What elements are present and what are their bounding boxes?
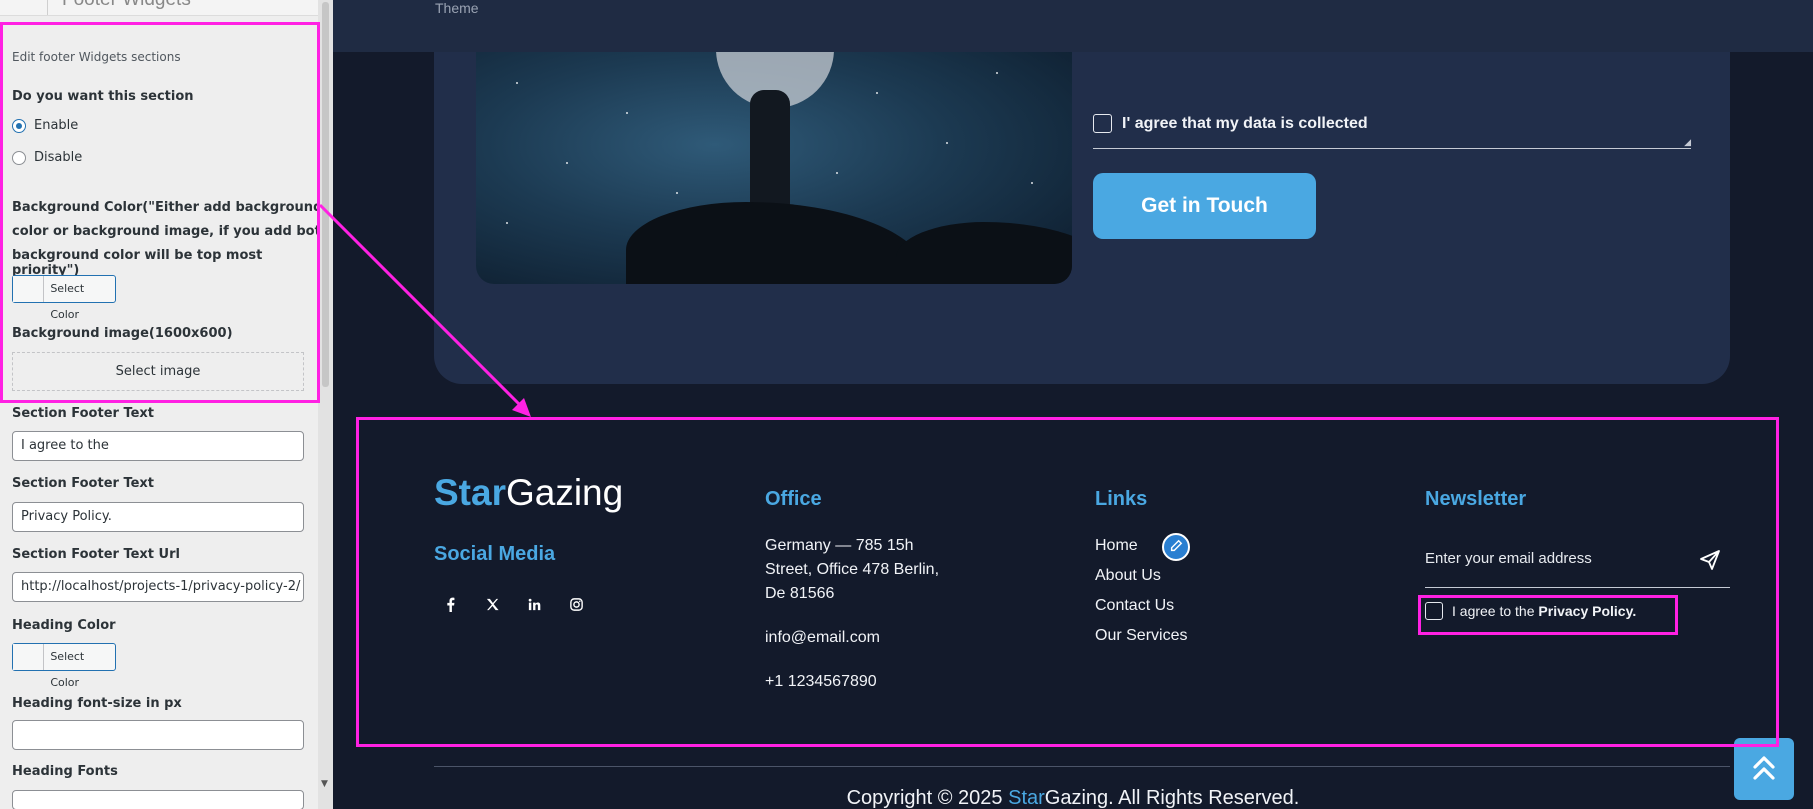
person-silhouette bbox=[750, 90, 790, 220]
highlight-privacy-row bbox=[1418, 595, 1678, 635]
data-consent-checkbox[interactable] bbox=[1093, 114, 1112, 133]
footer-text-input-1[interactable]: I agree to the bbox=[12, 431, 304, 461]
select-color-label: Select Color bbox=[50, 650, 85, 689]
sidebar-scrollbar[interactable]: ▼ bbox=[318, 0, 333, 809]
contact-section: ◢ I' agree that my data is collected Get… bbox=[434, 52, 1730, 384]
preview-top-bar: Theme bbox=[333, 0, 1813, 52]
heading-fonts-select[interactable] bbox=[12, 790, 304, 809]
color-swatch bbox=[13, 644, 45, 670]
footer-divider bbox=[434, 766, 1730, 767]
panel-header: Footer Widgets bbox=[0, 0, 333, 16]
panel-title: Footer Widgets bbox=[62, 0, 191, 11]
stargazer-image bbox=[476, 52, 1072, 284]
double-chevron-up-icon bbox=[1753, 756, 1775, 780]
back-button-divider bbox=[47, 0, 48, 15]
get-in-touch-button[interactable]: Get in Touch bbox=[1093, 173, 1316, 239]
copyright-brand-gazing: Gazing bbox=[1044, 787, 1109, 809]
data-consent-text: I' agree that my data is collected bbox=[1122, 114, 1368, 132]
scroll-down-arrow-icon[interactable]: ▼ bbox=[321, 779, 328, 789]
copyright-text: Copyright © 2025 StarGazing. All Rights … bbox=[333, 787, 1813, 809]
resize-grip-icon[interactable]: ◢ bbox=[1684, 138, 1691, 148]
footer-text-label-1: Section Footer Text bbox=[12, 406, 155, 421]
back-to-top-button[interactable] bbox=[1734, 738, 1794, 800]
heading-color-label: Heading Color bbox=[12, 618, 116, 633]
heading-size-label: Heading font-size in px bbox=[12, 696, 182, 711]
heading-fonts-label: Heading Fonts bbox=[12, 764, 118, 779]
theme-label: Theme bbox=[435, 0, 479, 16]
highlight-footer-area bbox=[356, 417, 1779, 747]
copyright-suffix: . All Rights Reserved. bbox=[1108, 787, 1300, 809]
data-consent-checkbox-row[interactable]: I' agree that my data is collected bbox=[1093, 114, 1368, 133]
footer-url-label: Section Footer Text Url bbox=[12, 547, 180, 562]
scrollbar-thumb[interactable] bbox=[322, 2, 329, 387]
footer-text-input-2[interactable]: Privacy Policy. bbox=[12, 502, 304, 532]
copyright-brand-star: Star bbox=[1008, 787, 1045, 809]
footer-text-label-2: Section Footer Text bbox=[12, 476, 155, 491]
footer-url-input[interactable]: http://localhost/projects-1/privacy-poli… bbox=[12, 572, 304, 602]
heading-color-picker-button[interactable]: Select Color bbox=[12, 643, 116, 689]
heading-size-input[interactable] bbox=[12, 720, 304, 750]
copyright-prefix: Copyright © 2025 bbox=[846, 787, 1003, 809]
highlight-sidebar-section bbox=[0, 22, 320, 403]
